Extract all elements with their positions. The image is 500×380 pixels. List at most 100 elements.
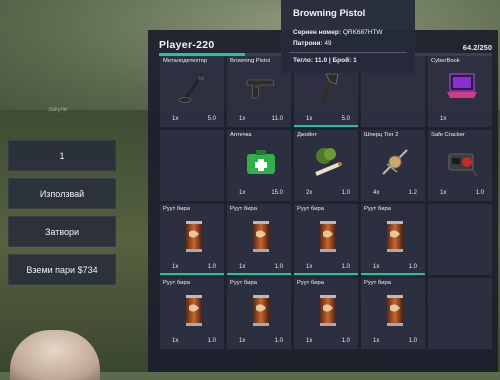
background-sign-text: Закупи (48, 107, 68, 113)
inventory-slot[interactable] (160, 130, 224, 201)
take-money-button[interactable]: Вземи пари $734 (8, 254, 116, 285)
metal-detector-icon (176, 70, 212, 106)
safe-cracker-icon (444, 144, 480, 180)
slot-weight: 1.0 (475, 190, 484, 196)
item-tooltip: Browning Pistol Сериен номер: QRK687HTW … (281, 0, 415, 73)
slot-durability-bar (361, 273, 425, 275)
slot-weight: 1.0 (274, 264, 283, 270)
slot-item-name: Руут бира (163, 280, 190, 286)
slot-count: 1x (172, 338, 179, 344)
slot-count: 1x (306, 338, 313, 344)
beer-can-icon (310, 292, 346, 328)
slot-weight: 1.2 (408, 190, 417, 196)
slot-count: 1x (239, 264, 246, 270)
slot-item-name: Аптечка (230, 132, 252, 138)
slot-item-name: Шперц Tier 2 (364, 132, 399, 138)
slot-item-name: Browning Pistol (230, 58, 270, 64)
slot-count: 1x (239, 190, 246, 196)
use-button[interactable]: Използвай (8, 178, 116, 209)
tooltip-ammo: Патрони: 49 (293, 40, 332, 47)
medkit-icon (243, 144, 279, 180)
pistol-icon (243, 70, 279, 106)
inventory-slot[interactable]: Руут бира 1x 1.0 (361, 278, 425, 349)
close-button[interactable]: Затвори (8, 216, 116, 247)
inventory-slot[interactable]: Руут бира 1x 1.0 (361, 204, 425, 275)
slot-item-name: Металодетектор (163, 58, 208, 64)
tooltip-title: Browning Pistol (293, 8, 366, 19)
slot-item-name: Руут бира (163, 206, 190, 212)
slot-weight: 5.0 (341, 116, 350, 122)
inventory-slot[interactable]: Руут бира 1x 1.0 (160, 204, 224, 275)
slot-item-name: Руут бира (364, 280, 391, 286)
slot-count: 4x (373, 190, 380, 196)
slot-weight: 1.0 (408, 264, 417, 270)
axe-icon (310, 70, 346, 106)
slot-count: 1x (440, 190, 447, 196)
inventory-slot[interactable]: Шперц Tier 2 4x 1.2 (361, 130, 425, 201)
slot-weight: 5.0 (207, 116, 216, 122)
slot-count: 1x (239, 338, 246, 344)
slot-count: 1x (239, 116, 246, 122)
inventory-slot[interactable]: Металодетектор 1x 5.0 (160, 56, 224, 127)
slot-durability-bar (294, 125, 358, 127)
tooltip-serial: Сериен номер: QRK687HTW (293, 29, 383, 36)
inventory-slot[interactable]: Руут бира 1x 1.0 (160, 278, 224, 349)
slot-count: 1x (172, 264, 179, 270)
slot-count: 1x (306, 264, 313, 270)
slot-weight: 1.0 (341, 264, 350, 270)
slot-weight: 1.0 (341, 338, 350, 344)
slot-item-name: CyberBook (431, 58, 460, 64)
slot-weight: 1.0 (274, 338, 283, 344)
slot-count: 1x (306, 116, 313, 122)
beer-can-icon (176, 292, 212, 328)
tooltip-serial-label: Сериен номер: (293, 29, 341, 36)
slot-count: 1x (373, 338, 380, 344)
slot-durability-bar (160, 273, 224, 275)
weight-readout: 64.2/250 (462, 43, 492, 52)
inventory-slot[interactable]: Руут бира 1x 1.0 (294, 204, 358, 275)
slot-count: 1x (440, 116, 447, 122)
slot-durability-bar (227, 273, 291, 275)
slot-item-name: Руут бира (230, 280, 257, 286)
action-menu: 1 Използвай Затвори Вземи пари $734 (8, 140, 116, 292)
inventory-slot[interactable]: Аптечка 1x 15.0 (227, 130, 291, 201)
beer-can-icon (176, 218, 212, 254)
quantity-input[interactable]: 1 (8, 140, 116, 171)
lockpick-icon (377, 144, 413, 180)
inventory-slot[interactable]: Руут бира 1x 1.0 (227, 278, 291, 349)
beer-can-icon (377, 218, 413, 254)
slot-weight: 11.0 (271, 116, 283, 122)
beer-can-icon (310, 218, 346, 254)
slot-item-name: Руут бира (297, 280, 324, 286)
slot-durability-bar (294, 273, 358, 275)
inventory-slot[interactable]: Руут бира 1x 1.0 (294, 278, 358, 349)
joint-icon (310, 144, 346, 180)
tooltip-footer: Тегло: 11.0 | Брой: 1 (293, 57, 357, 64)
inventory-slot[interactable] (428, 278, 492, 349)
inventory-slot[interactable] (428, 204, 492, 275)
player-name: Player-220 (159, 39, 215, 51)
slot-item-name: Руут бира (230, 206, 257, 212)
slot-weight: 1.0 (207, 338, 216, 344)
slot-item-name: Джойнт (297, 132, 318, 138)
slot-count: 1x (172, 116, 179, 122)
inventory-slot[interactable]: Safe Cracker 1x 1.0 (428, 130, 492, 201)
beer-can-icon (243, 218, 279, 254)
inventory-slot[interactable]: CyberBook 1x (428, 56, 492, 127)
beer-can-icon (243, 292, 279, 328)
slot-count: 1x (373, 264, 380, 270)
slot-item-name: Руут бира (364, 206, 391, 212)
tooltip-divider (289, 52, 407, 53)
inventory-window: Player-220 64.2/250 Металодетектор 1x 5.0 B… (148, 30, 498, 372)
tooltip-ammo-value: 49 (324, 40, 332, 47)
slot-weight: 1.0 (207, 264, 216, 270)
inventory-slot[interactable]: Руут бира 1x 1.0 (227, 204, 291, 275)
inventory-slot[interactable]: Джойнт 2x 1.0 (294, 130, 358, 201)
slot-weight: 15.0 (271, 190, 283, 196)
slot-count: 2x (306, 190, 313, 196)
slot-item-name: Safe Cracker (431, 132, 465, 138)
tooltip-serial-value: QRK687HTW (342, 29, 383, 36)
tooltip-ammo-label: Патрони: (293, 40, 323, 47)
laptop-icon (444, 70, 480, 106)
slot-item-name: Руут бира (297, 206, 324, 212)
